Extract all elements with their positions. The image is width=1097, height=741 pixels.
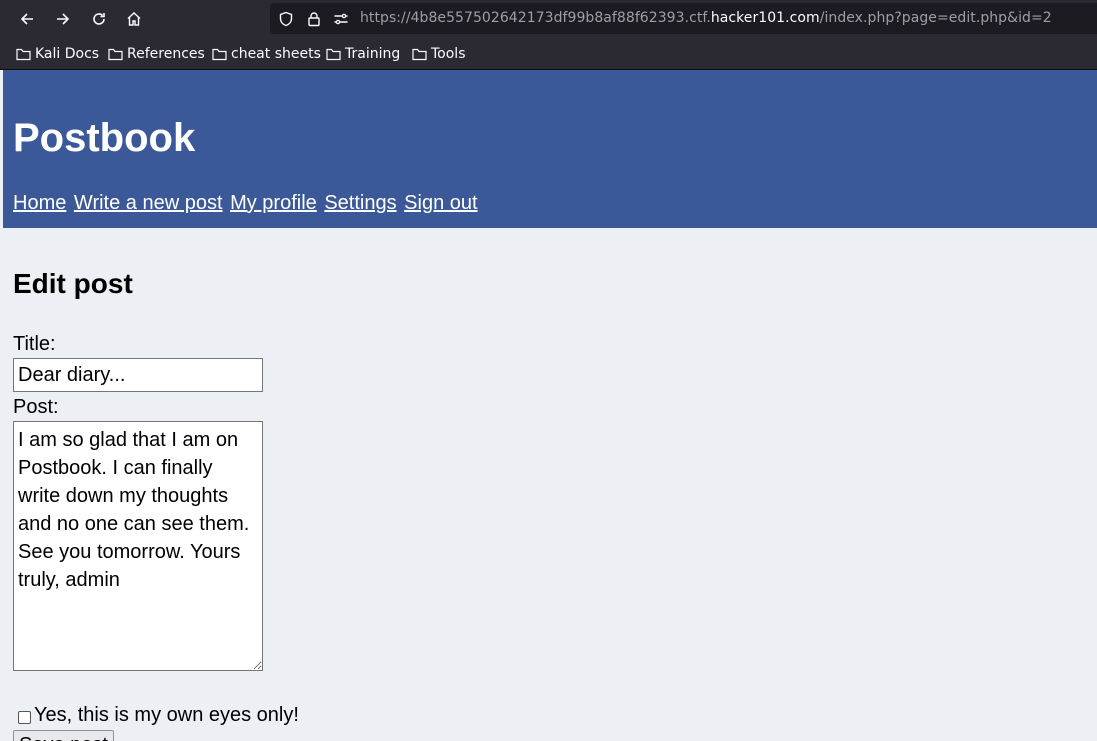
bookmark-references[interactable]: References xyxy=(108,45,205,63)
bookmark-kali-docs[interactable]: Kali Docs xyxy=(16,45,99,63)
permissions-icon[interactable] xyxy=(332,10,350,28)
lock-icon[interactable] xyxy=(305,10,323,28)
home-icon[interactable] xyxy=(121,7,147,31)
title-label: Title: xyxy=(13,333,56,355)
url-path: /index.php?page=edit.php&id=2 xyxy=(819,10,1052,26)
folder-icon xyxy=(16,48,31,60)
bookmark-label: cheat sheets xyxy=(231,46,321,62)
page-content: Postbook Home Write a new post My profil… xyxy=(3,70,1097,741)
nav-link-sign-out[interactable]: Sign out xyxy=(404,192,477,214)
private-checkbox-label: Yes, this is my own eyes only! xyxy=(34,704,299,726)
bookmark-training[interactable]: Training xyxy=(326,45,400,63)
folder-icon xyxy=(326,48,341,60)
post-label: Post: xyxy=(13,396,59,418)
bookmarks-bar: Kali Docs References cheat sheets Traini… xyxy=(0,38,1097,70)
bookmark-label: Tools xyxy=(431,46,466,62)
site-nav: Home Write a new post My profile Setting… xyxy=(13,192,480,215)
bookmark-label: Kali Docs xyxy=(35,46,100,62)
nav-link-settings[interactable]: Settings xyxy=(324,192,396,214)
title-input[interactable] xyxy=(13,358,263,392)
nav-link-my-profile[interactable]: My profile xyxy=(230,192,317,214)
private-checkbox[interactable] xyxy=(18,711,31,724)
url-prefix: https://4b8e557502642173df99b8af88f62393… xyxy=(360,10,711,26)
folder-icon xyxy=(412,48,427,60)
nav-link-write-post[interactable]: Write a new post xyxy=(74,192,223,214)
back-icon[interactable] xyxy=(14,7,40,31)
site-title: Postbook xyxy=(13,116,196,160)
site-header: Postbook Home Write a new post My profil… xyxy=(3,70,1097,228)
url-bar[interactable]: https://4b8e557502642173df99b8af88f62393… xyxy=(270,3,1097,34)
page-heading: Edit post xyxy=(13,268,133,299)
shield-icon[interactable] xyxy=(277,10,295,28)
post-textarea[interactable]: I am so glad that I am on Postbook. I ca… xyxy=(13,421,263,671)
folder-icon xyxy=(108,48,123,60)
bookmark-label: References xyxy=(127,46,205,62)
bookmark-label: Training xyxy=(345,46,401,62)
save-post-button[interactable]: Save post xyxy=(13,730,114,741)
nav-link-home[interactable]: Home xyxy=(13,192,66,214)
url-text[interactable]: https://4b8e557502642173df99b8af88f62393… xyxy=(360,10,1052,26)
folder-icon xyxy=(212,48,227,60)
url-host: hacker101.com xyxy=(710,10,820,26)
reload-icon[interactable] xyxy=(86,7,112,31)
bookmark-tools[interactable]: Tools xyxy=(412,45,466,63)
forward-icon[interactable] xyxy=(50,7,76,31)
bookmark-cheat-sheets[interactable]: cheat sheets xyxy=(212,45,321,63)
browser-toolbar: https://4b8e557502642173df99b8af88f62393… xyxy=(0,0,1097,38)
